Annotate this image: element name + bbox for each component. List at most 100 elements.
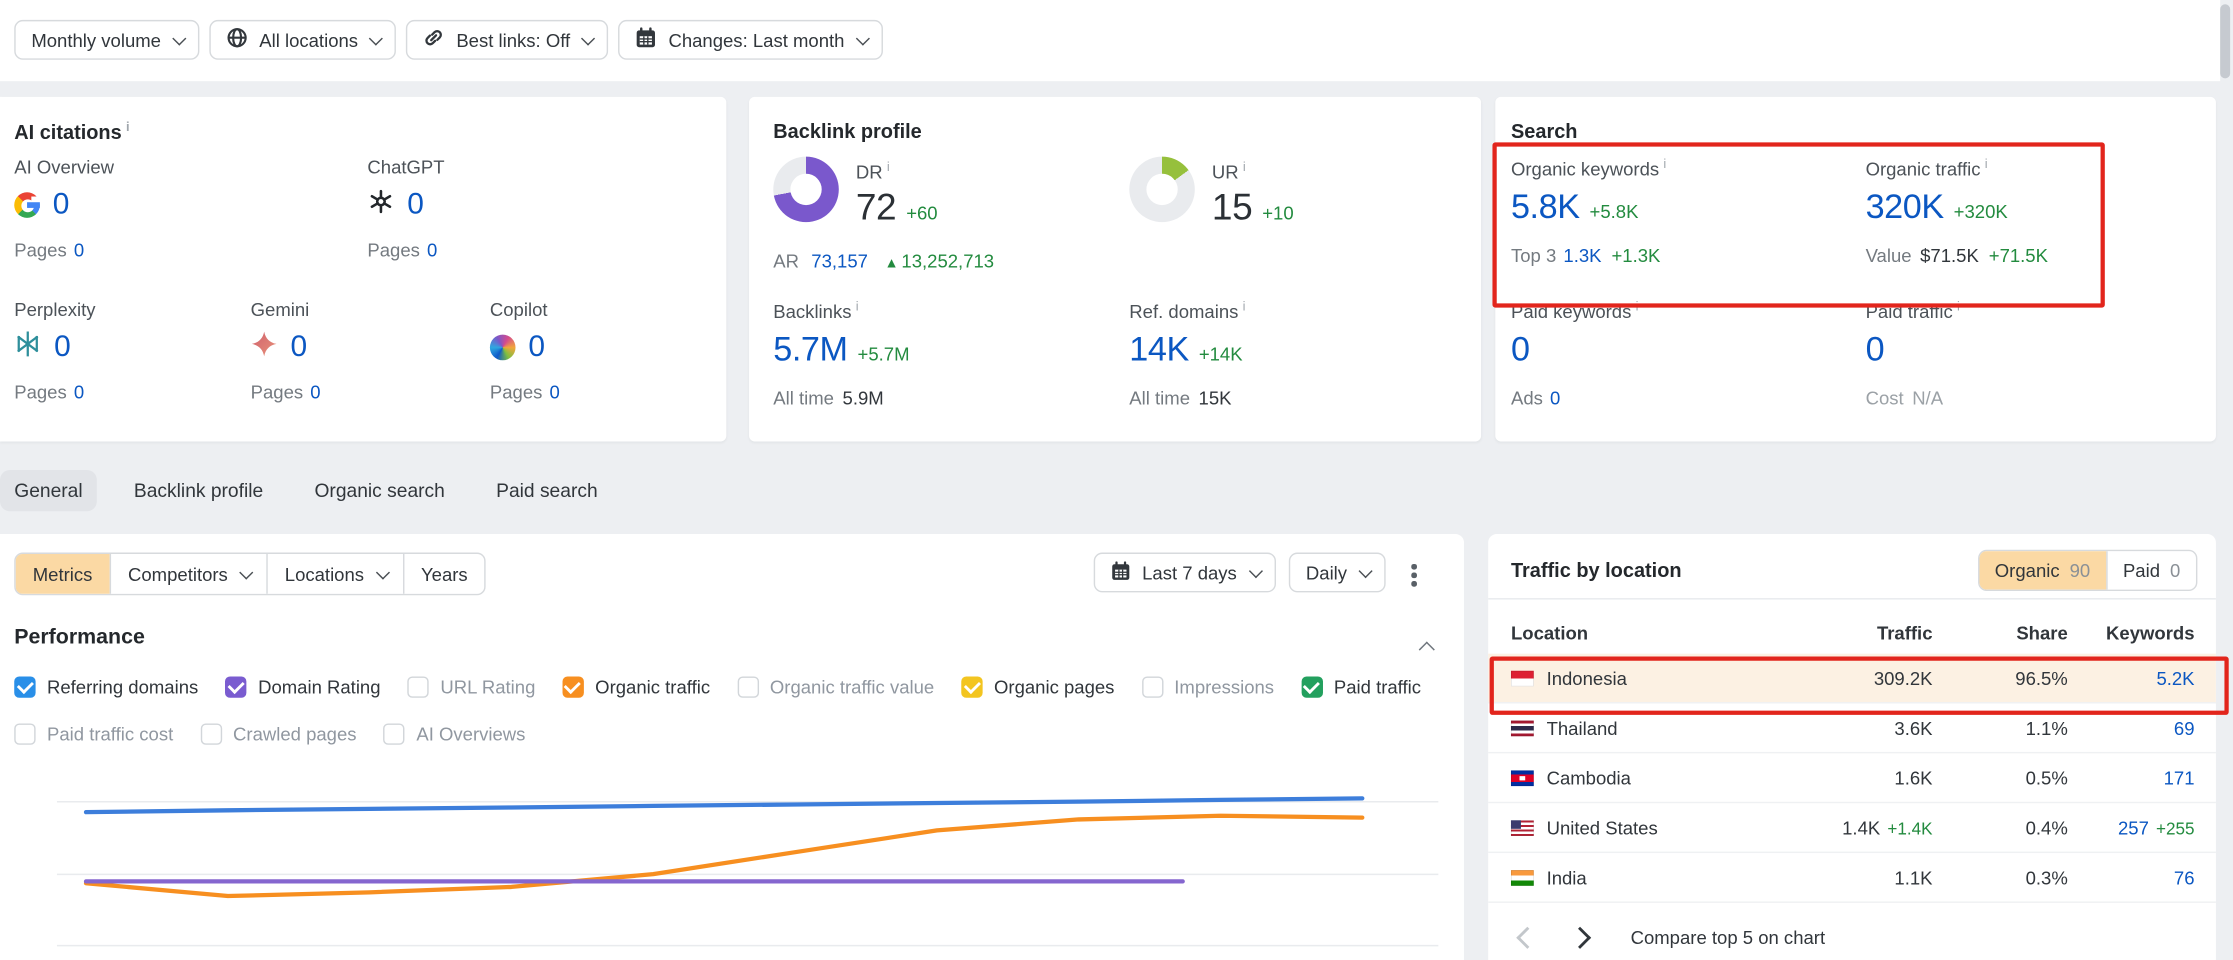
info-icon[interactable]: i	[1985, 157, 1988, 171]
checkbox-unchecked	[737, 676, 758, 697]
granularity-button[interactable]: Daily	[1289, 553, 1386, 593]
citations-count-link[interactable]: 0	[407, 188, 424, 222]
backlinks-value-link[interactable]: 5.7M	[773, 331, 847, 369]
url-rating-block: URi 15+10	[1129, 157, 1293, 230]
keywords-link[interactable]: 76	[2174, 867, 2195, 888]
calendar-icon	[636, 27, 657, 53]
metric-referring-domains[interactable]: Referring domains	[14, 676, 198, 697]
stat-label: Organic traffici	[1866, 157, 2179, 180]
traffic-cell: 1.6K	[1801, 767, 1932, 788]
table-row-united-states[interactable]: United States 1.4K+1.4K 0.4% 257+255	[1488, 803, 2216, 853]
traffic-by-location-panel: Traffic by location Organic90 Paid0 Loca…	[1488, 534, 2216, 960]
citations-count-link[interactable]: 0	[528, 330, 545, 364]
locations-filter[interactable]: All locations	[209, 20, 396, 60]
date-range-label: Last 7 days	[1142, 562, 1237, 583]
col-share[interactable]: Share	[1933, 622, 2068, 643]
info-icon[interactable]: i	[1957, 299, 1960, 313]
info-icon[interactable]: i	[126, 120, 130, 134]
pages-count-link[interactable]: 0	[550, 382, 560, 403]
paid-traffic-stat: Paid traffici 0 CostN/A	[1866, 299, 2179, 409]
metric-crawled-pages[interactable]: Crawled pages	[200, 723, 356, 744]
ar-value-link[interactable]: 73,157	[811, 251, 868, 272]
pages-row: Pages0	[367, 239, 592, 260]
metric-ai-overviews[interactable]: AI Overviews	[384, 723, 526, 744]
col-keywords[interactable]: Keywords	[2068, 622, 2195, 643]
pages-count-link[interactable]: 0	[74, 239, 84, 260]
metric-url-rating[interactable]: URL Rating	[408, 676, 536, 697]
info-icon[interactable]: i	[1663, 157, 1666, 171]
paid-traffic-value-link[interactable]: 0	[1866, 331, 1885, 369]
series-referring-domains	[86, 798, 1362, 812]
organic-keywords-stat: Organic keywordsi 5.8K+5.8K Top 31.3K+1.…	[1511, 157, 1824, 267]
citations-count-link[interactable]: 0	[54, 330, 71, 364]
metric-paid-traffic[interactable]: Paid traffic	[1301, 676, 1421, 697]
metric-organic-traffic-value[interactable]: Organic traffic value	[737, 676, 934, 697]
card-title: AI citationsi	[14, 120, 129, 144]
performance-heading: Performance	[14, 625, 145, 649]
col-traffic[interactable]: Traffic	[1801, 622, 1932, 643]
more-options-icon[interactable]	[1407, 560, 1421, 591]
table-row-indonesia[interactable]: Indonesia 309.2K 96.5% 5.2K	[1488, 654, 2216, 704]
calendar-icon	[1111, 560, 1131, 584]
info-icon[interactable]: i	[1243, 299, 1246, 313]
citations-count-link[interactable]: 0	[291, 330, 308, 364]
prev-page-icon[interactable]	[1516, 926, 1538, 948]
share-cell: 0.3%	[1933, 867, 2068, 888]
up-triangle-icon: ▲	[884, 256, 898, 272]
collapse-section-icon[interactable]	[1424, 634, 1435, 660]
col-location[interactable]: Location	[1511, 622, 1802, 643]
table-row-cambodia[interactable]: Cambodia 1.6K 0.5% 171	[1488, 753, 2216, 803]
cost-row: CostN/A	[1866, 388, 2179, 409]
info-icon[interactable]: i	[1636, 299, 1639, 313]
date-range-button[interactable]: Last 7 days	[1094, 553, 1276, 593]
ads-count-link[interactable]: 0	[1550, 388, 1560, 409]
location-table: Indonesia 309.2K 96.5% 5.2K Thailand 3.6…	[1488, 654, 2216, 903]
compare-top5-link[interactable]: Compare top 5 on chart	[1631, 926, 1826, 947]
info-icon[interactable]: i	[1243, 159, 1246, 173]
top3-value-link[interactable]: 1.3K	[1563, 245, 1601, 266]
ref-domains-value-link[interactable]: 14K	[1129, 331, 1189, 369]
keywords-link[interactable]: 5.2K	[2156, 667, 2194, 688]
keywords-link[interactable]: 171	[2164, 767, 2195, 788]
metric-organic-traffic[interactable]: Organic traffic	[562, 676, 710, 697]
tab-backlink-profile[interactable]: Backlink profile	[120, 470, 278, 511]
metric-impressions[interactable]: Impressions	[1142, 676, 1275, 697]
metric-organic-pages[interactable]: Organic pages	[961, 676, 1114, 697]
tab-paid-search[interactable]: Paid search	[482, 470, 612, 511]
table-row-thailand[interactable]: Thailand 3.6K 1.1% 69	[1488, 704, 2216, 754]
changes-filter[interactable]: Changes: Last month	[619, 20, 883, 60]
organic-traffic-value-link[interactable]: 320K	[1866, 188, 1944, 226]
segment-years[interactable]: Years	[402, 554, 484, 594]
paid-keywords-stat: Paid keywordsi 0 Ads0	[1511, 299, 1824, 409]
pages-count-link[interactable]: 0	[427, 239, 437, 260]
stat-label: DRi	[856, 159, 938, 182]
tab-general[interactable]: General	[0, 470, 97, 511]
best-links-filter[interactable]: Best links: Off	[406, 20, 608, 60]
table-footer: Compare top 5 on chart	[1488, 916, 2216, 959]
toggle-paid[interactable]: Paid0	[2106, 551, 2196, 589]
stat-label: Copilot	[490, 299, 715, 320]
segment-competitors[interactable]: Competitors	[109, 554, 266, 594]
table-row-india[interactable]: India 1.1K 0.3% 76	[1488, 853, 2216, 903]
monthly-volume-filter[interactable]: Monthly volume	[14, 20, 199, 60]
keywords-link[interactable]: 257	[2118, 817, 2149, 838]
metric-paid-traffic-cost[interactable]: Paid traffic cost	[14, 723, 173, 744]
location-name: Indonesia	[1547, 667, 1627, 688]
tab-organic-search[interactable]: Organic search	[300, 470, 459, 511]
pages-count-link[interactable]: 0	[310, 382, 320, 403]
toggle-organic[interactable]: Organic90	[1979, 551, 2106, 589]
backlinks-stat: Backlinksi 5.7M+5.7M All time5.9M	[773, 299, 1086, 409]
keywords-link[interactable]: 69	[2174, 717, 2195, 738]
info-icon[interactable]: i	[887, 159, 890, 173]
pages-count-link[interactable]: 0	[74, 382, 84, 403]
citations-count-link[interactable]: 0	[53, 188, 70, 222]
location-name: India	[1547, 867, 1587, 888]
info-icon[interactable]: i	[856, 299, 859, 313]
organic-keywords-value-link[interactable]: 5.8K	[1511, 188, 1580, 226]
scrollbar-thumb[interactable]	[2220, 4, 2230, 78]
segment-locations[interactable]: Locations	[266, 554, 402, 594]
metric-domain-rating[interactable]: Domain Rating	[225, 676, 380, 697]
paid-keywords-value-link[interactable]: 0	[1511, 331, 1530, 369]
segment-metrics[interactable]: Metrics	[16, 554, 110, 594]
next-page-icon[interactable]	[1569, 926, 1591, 948]
